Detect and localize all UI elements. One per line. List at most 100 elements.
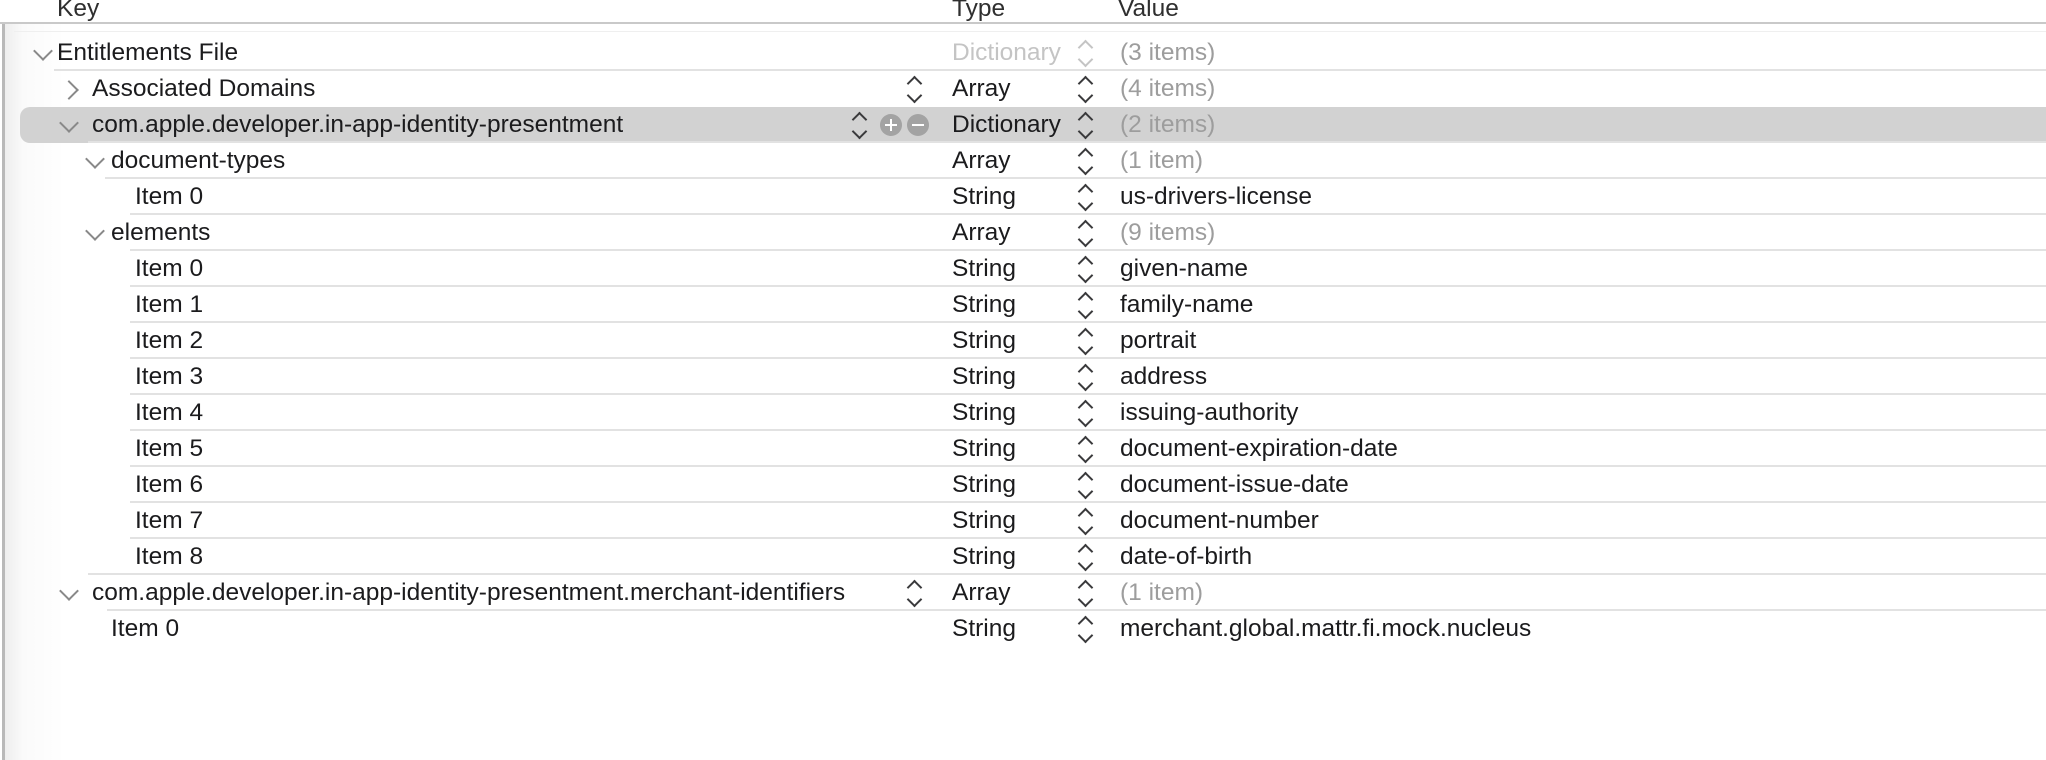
type-stepper-icon[interactable] bbox=[1077, 107, 1095, 143]
plist-row-item[interactable]: Item 5 String document-expiration-date bbox=[0, 431, 2046, 467]
key-cell[interactable]: Item 7 bbox=[135, 503, 203, 539]
disclosure-expanded-icon[interactable] bbox=[85, 149, 105, 169]
value-cell[interactable]: given-name bbox=[1120, 251, 1248, 287]
key-stepper-icon[interactable] bbox=[906, 71, 924, 107]
type-stepper-icon[interactable] bbox=[1077, 503, 1095, 539]
value-cell[interactable]: us-drivers-license bbox=[1120, 179, 1312, 215]
value-cell[interactable]: date-of-birth bbox=[1120, 539, 1252, 575]
key-cell[interactable]: Item 4 bbox=[135, 395, 203, 431]
add-row-button[interactable] bbox=[880, 114, 902, 136]
value-cell: (1 item) bbox=[1120, 143, 1203, 179]
type-stepper-icon[interactable] bbox=[1077, 143, 1095, 179]
plist-row-merchant-identifiers[interactable]: com.apple.developer.in-app-identity-pres… bbox=[0, 575, 2046, 611]
type-stepper-icon[interactable] bbox=[1077, 179, 1095, 215]
plist-row-item[interactable]: Item 0 String given-name bbox=[0, 251, 2046, 287]
type-cell[interactable]: Array bbox=[952, 575, 1011, 611]
header-subline bbox=[14, 31, 2046, 32]
key-stepper-icon[interactable] bbox=[851, 107, 869, 143]
key-cell[interactable]: elements bbox=[111, 215, 210, 251]
key-cell[interactable]: Item 0 bbox=[135, 251, 203, 287]
value-cell[interactable]: document-issue-date bbox=[1120, 467, 1349, 503]
plist-row-in-app-identity-presentment[interactable]: com.apple.developer.in-app-identity-pres… bbox=[0, 107, 2046, 143]
value-cell: (9 items) bbox=[1120, 215, 1215, 251]
plist-row-entitlements-file[interactable]: Entitlements File Dictionary (3 items) bbox=[0, 35, 2046, 71]
column-header-key: Key bbox=[57, 0, 99, 24]
plist-row-item[interactable]: Item 8 String date-of-birth bbox=[0, 539, 2046, 575]
plist-row-item[interactable]: Item 0 String merchant.global.mattr.fi.m… bbox=[0, 611, 2046, 647]
column-header-type: Type bbox=[952, 0, 1005, 24]
key-cell[interactable]: Item 1 bbox=[135, 287, 203, 323]
type-stepper-icon[interactable] bbox=[1077, 575, 1095, 611]
key-cell[interactable]: document-types bbox=[111, 143, 285, 179]
type-cell[interactable]: Array bbox=[952, 143, 1011, 179]
disclosure-expanded-icon[interactable] bbox=[33, 41, 53, 61]
type-stepper-icon[interactable] bbox=[1077, 71, 1095, 107]
type-stepper-icon[interactable] bbox=[1077, 359, 1095, 395]
key-cell[interactable]: Entitlements File bbox=[57, 35, 238, 71]
type-cell[interactable]: Dictionary bbox=[952, 107, 1061, 143]
key-cell[interactable]: Item 5 bbox=[135, 431, 203, 467]
key-cell[interactable]: Item 8 bbox=[135, 539, 203, 575]
value-cell[interactable]: family-name bbox=[1120, 287, 1253, 323]
type-cell[interactable]: Array bbox=[952, 71, 1011, 107]
plist-row-associated-domains[interactable]: Associated Domains Array (4 items) bbox=[0, 71, 2046, 107]
key-cell[interactable]: Item 3 bbox=[135, 359, 203, 395]
type-stepper-icon[interactable] bbox=[1077, 611, 1095, 647]
value-cell[interactable]: address bbox=[1120, 359, 1207, 395]
value-cell[interactable]: merchant.global.mattr.fi.mock.nucleus bbox=[1120, 611, 1531, 647]
type-cell[interactable]: String bbox=[952, 287, 1016, 323]
value-cell: (2 items) bbox=[1120, 107, 1215, 143]
plist-row-item[interactable]: Item 0 String us-drivers-license bbox=[0, 179, 2046, 215]
plist-row-item[interactable]: Item 7 String document-number bbox=[0, 503, 2046, 539]
type-stepper-icon[interactable] bbox=[1077, 539, 1095, 575]
value-cell[interactable]: portrait bbox=[1120, 323, 1196, 359]
type-cell[interactable]: String bbox=[952, 503, 1016, 539]
disclosure-expanded-icon[interactable] bbox=[85, 221, 105, 241]
value-cell: (4 items) bbox=[1120, 71, 1215, 107]
disclosure-expanded-icon[interactable] bbox=[59, 581, 79, 601]
disclosure-collapsed-icon[interactable] bbox=[59, 80, 79, 100]
plist-row-elements[interactable]: elements Array (9 items) bbox=[0, 215, 2046, 251]
key-cell[interactable]: Item 0 bbox=[135, 179, 203, 215]
type-cell[interactable]: String bbox=[952, 323, 1016, 359]
type-stepper-icon[interactable] bbox=[1077, 395, 1095, 431]
type-cell[interactable]: String bbox=[952, 251, 1016, 287]
plist-row-item[interactable]: Item 4 String issuing-authority bbox=[0, 395, 2046, 431]
value-cell[interactable]: issuing-authority bbox=[1120, 395, 1298, 431]
plist-row-item[interactable]: Item 1 String family-name bbox=[0, 287, 2046, 323]
type-cell[interactable]: String bbox=[952, 431, 1016, 467]
plist-row-item[interactable]: Item 2 String portrait bbox=[0, 323, 2046, 359]
value-cell[interactable]: document-number bbox=[1120, 503, 1319, 539]
key-cell[interactable]: Item 6 bbox=[135, 467, 203, 503]
type-cell[interactable]: String bbox=[952, 395, 1016, 431]
type-cell[interactable]: String bbox=[952, 179, 1016, 215]
key-cell[interactable]: Associated Domains bbox=[92, 71, 315, 107]
column-header-row: Key Type Value bbox=[0, 0, 2046, 24]
key-cell[interactable]: Item 0 bbox=[111, 611, 179, 647]
plist-row-item[interactable]: Item 6 String document-issue-date bbox=[0, 467, 2046, 503]
plist-row-item[interactable]: Item 3 String address bbox=[0, 359, 2046, 395]
key-cell[interactable]: com.apple.developer.in-app-identity-pres… bbox=[92, 107, 623, 143]
type-stepper-icon[interactable] bbox=[1077, 431, 1095, 467]
key-cell[interactable]: Item 2 bbox=[135, 323, 203, 359]
type-stepper-icon[interactable] bbox=[1077, 323, 1095, 359]
key-stepper-icon[interactable] bbox=[906, 575, 924, 611]
type-stepper-icon[interactable] bbox=[1077, 215, 1095, 251]
type-stepper-icon[interactable] bbox=[1077, 467, 1095, 503]
disclosure-expanded-icon[interactable] bbox=[59, 113, 79, 133]
type-cell[interactable]: Array bbox=[952, 215, 1011, 251]
type-cell[interactable]: String bbox=[952, 611, 1016, 647]
value-cell[interactable]: document-expiration-date bbox=[1120, 431, 1398, 467]
type-stepper-icon[interactable] bbox=[1077, 287, 1095, 323]
type-stepper-icon bbox=[1077, 35, 1095, 71]
type-cell[interactable]: String bbox=[952, 539, 1016, 575]
plist-row-document-types[interactable]: document-types Array (1 item) bbox=[0, 143, 2046, 179]
column-header-value: Value bbox=[1118, 0, 1179, 24]
remove-row-button[interactable] bbox=[907, 114, 929, 136]
key-cell[interactable]: com.apple.developer.in-app-identity-pres… bbox=[92, 575, 845, 611]
type-cell[interactable]: String bbox=[952, 359, 1016, 395]
type-stepper-icon[interactable] bbox=[1077, 251, 1095, 287]
plist-editor: Key Type Value Entitlements File Diction… bbox=[0, 0, 2046, 760]
value-cell: (3 items) bbox=[1120, 35, 1215, 71]
type-cell[interactable]: String bbox=[952, 467, 1016, 503]
